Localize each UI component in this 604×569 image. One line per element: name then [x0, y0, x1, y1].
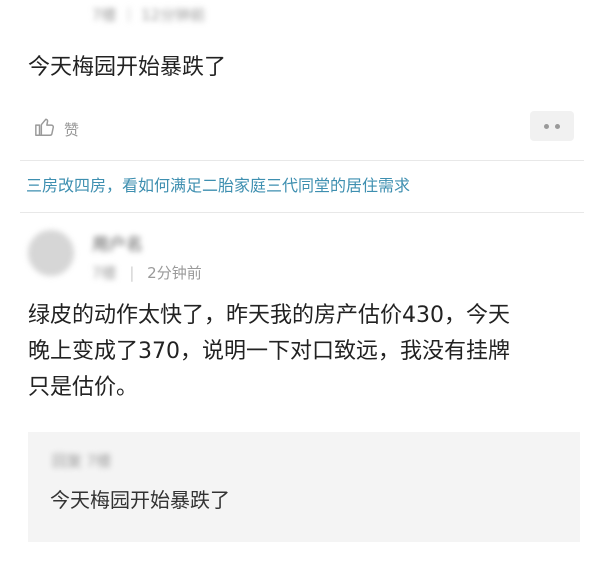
comment-body: 绿皮的动作太快了，昨天我的房产估价430，今天 晚上变成了370，说明一下对口致… [28, 298, 588, 406]
thumbs-up-icon [34, 116, 56, 142]
username-text: 用户名 [92, 235, 143, 255]
comment-floor: 7楼 [92, 264, 117, 282]
top-comment-text: 今天梅园开始暴跌了 [28, 55, 227, 80]
divider [20, 212, 584, 213]
top-comment-meta: 7楼 ｜ 12分钟前 [92, 4, 205, 25]
like-button[interactable]: 赞 [34, 116, 79, 142]
username[interactable]: 用户名 [92, 230, 143, 255]
top-comment-time: 12分钟前 [141, 6, 206, 24]
comment-line: 只是估价。 [28, 375, 139, 400]
more-options-button[interactable] [530, 111, 574, 141]
quoted-reply[interactable]: 回复 7楼 今天梅园开始暴跌了 [28, 432, 580, 542]
meta-separator: | [129, 264, 135, 282]
comment-time: 2分钟前 [147, 264, 202, 282]
related-article-link[interactable]: 三房改四房，看如何满足二胎家庭三代同堂的居住需求 [26, 172, 410, 196]
meta-separator: ｜ [121, 6, 137, 24]
top-comment-floor: 7楼 [92, 6, 117, 24]
divider [20, 160, 584, 161]
like-label: 赞 [64, 120, 80, 139]
quote-header: 回复 7楼 [52, 452, 112, 470]
more-dot-icon [544, 123, 549, 129]
avatar[interactable] [28, 230, 74, 276]
more-dot-icon [555, 123, 560, 129]
quote-text: 今天梅园开始暴跌了 [50, 488, 230, 512]
comment-line: 晚上变成了370，说明一下对口致远，我没有挂牌 [28, 339, 510, 364]
comment-line: 绿皮的动作太快了，昨天我的房产估价430，今天 [28, 303, 510, 328]
comment-meta: 7楼 | 2分钟前 [92, 262, 202, 283]
